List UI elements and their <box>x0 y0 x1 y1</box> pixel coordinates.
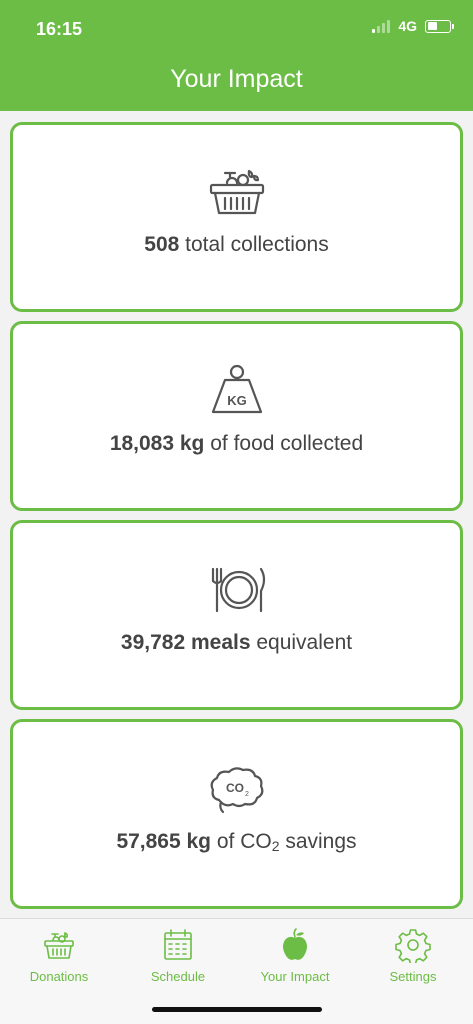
status-indicators: 4G <box>372 18 454 34</box>
co2-cloud-icon: CO 2 <box>205 756 269 820</box>
food-collected-stat: 18,083 kg of food collected <box>110 432 363 456</box>
meals-label: equivalent <box>250 631 353 654</box>
tab-donations[interactable]: Donations <box>4 927 114 984</box>
status-bar: 16:15 4G <box>0 0 473 60</box>
impact-card-collections: 508 total collections <box>10 122 463 312</box>
plate-cutlery-icon <box>205 557 269 621</box>
tab-settings[interactable]: Settings <box>358 927 468 984</box>
meals-value: 39,782 meals <box>120 631 251 654</box>
impact-card-co2: CO 2 57,865 kg of CO2 savings <box>10 719 463 909</box>
tab-settings-label: Settings <box>389 969 437 984</box>
calendar-icon <box>160 927 196 963</box>
co2-label-sub: 2 <box>271 838 280 854</box>
tab-schedule[interactable]: Schedule <box>123 927 233 984</box>
impact-cards: 508 total collections KG 18,083 kg of fo… <box>10 122 463 918</box>
collections-value: 508 <box>144 233 180 256</box>
basket-icon <box>205 159 269 223</box>
food-collected-label: of food collected <box>204 432 364 455</box>
co2-stat: 57,865 kg of CO2 savings <box>116 830 356 854</box>
svg-text:KG: KG <box>227 393 247 408</box>
collections-stat: 508 total collections <box>144 233 328 257</box>
kg-weight-icon: KG <box>205 358 269 422</box>
impact-card-meals: 39,782 meals equivalent <box>10 520 463 710</box>
network-type: 4G <box>398 18 417 34</box>
tab-your-impact-label: Your Impact <box>260 969 330 984</box>
home-indicator <box>152 1007 322 1012</box>
battery-icon <box>425 19 454 33</box>
tab-your-impact[interactable]: Your Impact <box>240 927 350 984</box>
tab-donations-label: Donations <box>29 969 89 984</box>
header-bar: 16:15 4G Your Impact <box>0 0 473 111</box>
food-collected-value: 18,083 kg <box>109 432 205 455</box>
svg-text:CO: CO <box>226 781 244 795</box>
apple-icon <box>277 927 313 963</box>
svg-text:2: 2 <box>245 791 249 798</box>
co2-value: 57,865 kg <box>116 830 212 853</box>
screen: 16:15 4G Your Impact 508 total collectio… <box>0 0 473 1024</box>
impact-card-food-collected: KG 18,083 kg of food collected <box>10 321 463 511</box>
tab-schedule-label: Schedule <box>150 969 206 984</box>
gear-icon <box>395 927 431 963</box>
signal-icon <box>372 19 391 33</box>
status-time: 16:15 <box>36 19 83 39</box>
co2-label-pre: of CO <box>211 830 272 853</box>
co2-label-post: savings <box>279 830 357 853</box>
meals-stat: 39,782 meals equivalent <box>121 631 352 655</box>
collections-label: total collections <box>179 233 329 256</box>
basket-icon <box>41 927 77 963</box>
page-title: Your Impact <box>170 65 303 93</box>
